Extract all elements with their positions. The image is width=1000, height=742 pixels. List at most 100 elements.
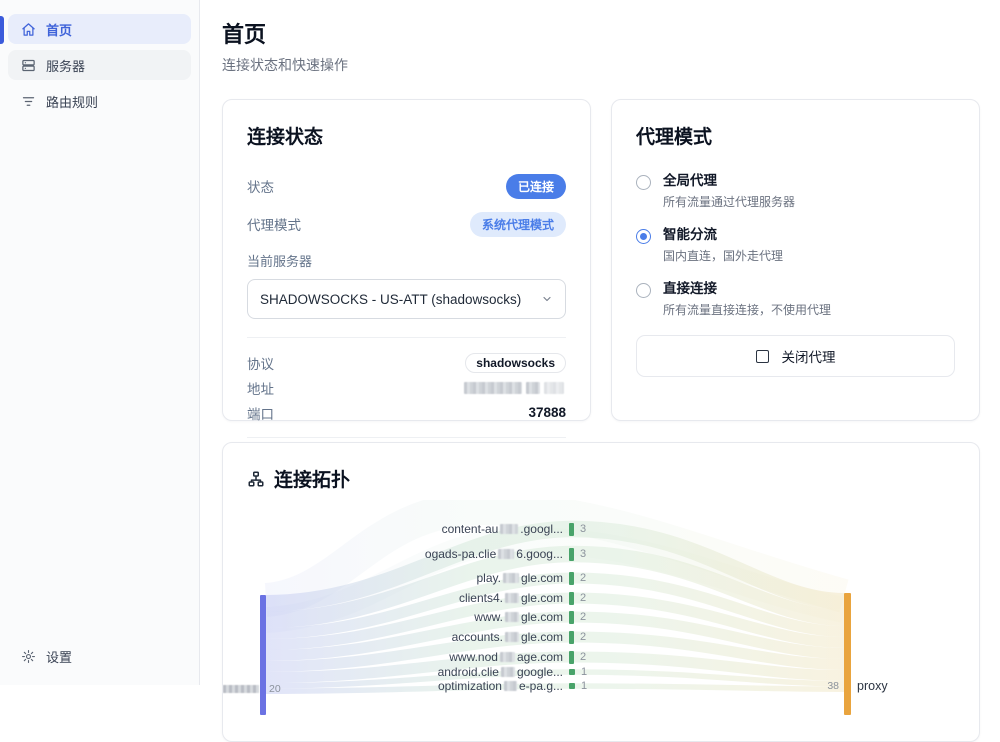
connection-topology-card: 连接拓扑 content-au.googl...3ogads-pa	[222, 442, 980, 742]
option-desc: 所有流量通过代理服务器	[663, 193, 795, 210]
count-bar	[569, 669, 575, 675]
status-row: 状态 已连接	[247, 173, 566, 199]
redacted-text	[464, 382, 522, 394]
sidebar-item-servers[interactable]: 服务器	[8, 50, 191, 80]
option-desc: 国内直连，国外走代理	[663, 247, 783, 264]
chevron-down-icon	[541, 293, 553, 305]
port-row: 端口 37888	[247, 400, 566, 425]
disable-proxy-button[interactable]: 关闭代理	[636, 335, 955, 377]
domain-label: android.cliegoogle...	[223, 665, 563, 679]
mode-option-direct[interactable]: 直接连接 所有流量直接连接，不使用代理	[636, 281, 955, 318]
redacted-text	[500, 524, 518, 534]
sitemap-icon	[247, 470, 265, 488]
redacted-source-label	[223, 685, 259, 693]
connection-count: 1	[581, 666, 587, 678]
topology-domain-row: clients4.gle.com 2	[223, 590, 586, 606]
connection-count: 2	[580, 651, 586, 663]
connection-count: 2	[580, 631, 586, 643]
radio-button[interactable]	[636, 229, 651, 244]
domain-label: play.gle.com	[223, 571, 563, 585]
protocol-value-badge: shadowsocks	[465, 353, 566, 373]
topology-domain-row: ogads-pa.clie6.goog... 3	[223, 546, 586, 562]
domain-label: www.gle.com	[223, 610, 563, 624]
connection-status-card: 连接状态 状态 已连接 代理模式 系统代理模式 当前服务器 SHADOWSOCK…	[222, 99, 591, 421]
status-label: 状态	[247, 176, 274, 196]
connection-count: 2	[580, 611, 586, 623]
redacted-text	[526, 382, 540, 394]
target-node-label: proxy	[857, 679, 888, 693]
redacted-text	[500, 652, 515, 662]
sidebar-item-label: 路由规则	[46, 92, 98, 111]
count-bar	[569, 683, 575, 689]
radio-button[interactable]	[636, 175, 651, 190]
option-label: 全局代理	[663, 173, 795, 190]
domain-label: accounts.gle.com	[223, 630, 563, 644]
redacted-text	[504, 681, 517, 691]
card-title: 连接状态	[247, 122, 566, 149]
main-content: 首页 连接状态和快速操作 连接状态 状态 已连接 代理模式 系统代理模式 当前服…	[200, 0, 1000, 685]
connection-count: 2	[580, 572, 586, 584]
sidebar-item-label: 设置	[46, 647, 72, 666]
domain-label: ogads-pa.clie6.goog...	[223, 547, 563, 561]
count-bar	[569, 631, 574, 644]
option-desc: 所有流量直接连接，不使用代理	[663, 301, 831, 318]
sankey-target-node	[844, 593, 851, 715]
connection-count: 1	[581, 680, 587, 692]
domain-label: clients4.gle.com	[223, 591, 563, 605]
count-bar	[569, 523, 574, 536]
radio-button[interactable]	[636, 283, 651, 298]
proxy-mode-label: 代理模式	[247, 214, 301, 234]
card-title: 代理模式	[636, 122, 955, 149]
topology-header: 连接拓扑	[223, 443, 979, 492]
count-bar	[569, 592, 574, 605]
proxy-mode-badge: 系统代理模式	[470, 212, 566, 237]
domain-label: www.nodage.com	[223, 650, 563, 664]
sidebar-item-routing-rules[interactable]: 路由规则	[8, 86, 191, 116]
topology-title: 连接拓扑	[274, 465, 350, 492]
server-select[interactable]: SHADOWSOCKS - US-ATT (shadowsocks)	[247, 279, 566, 319]
sidebar-item-settings[interactable]: 设置	[8, 641, 192, 671]
protocol-label: 协议	[247, 353, 274, 373]
active-item-indicator	[0, 16, 4, 44]
home-icon	[20, 21, 36, 37]
app-window: 首页 服务器 路由规则 设置 首页 连接状态和快速操作	[0, 0, 1000, 685]
domain-label: content-au.googl...	[223, 522, 563, 536]
cards-row: 连接状态 状态 已连接 代理模式 系统代理模式 当前服务器 SHADOWSOCK…	[222, 99, 980, 421]
page-subtitle: 连接状态和快速操作	[222, 55, 980, 75]
source-node-value: 20	[269, 683, 281, 695]
port-label: 端口	[247, 403, 274, 423]
proxy-mode-card: 代理模式 全局代理 所有流量通过代理服务器 智能分流 国内直连，国外走代理	[611, 99, 980, 421]
address-value-redacted	[462, 379, 566, 397]
sidebar: 首页 服务器 路由规则 设置	[0, 0, 200, 685]
redacted-text	[544, 382, 564, 394]
option-label: 直接连接	[663, 281, 831, 298]
sidebar-item-label: 服务器	[46, 56, 85, 75]
connection-count: 3	[580, 548, 586, 560]
topology-domain-row: www.gle.com 2	[223, 609, 586, 625]
server-icon	[20, 57, 36, 73]
port-value: 37888	[528, 405, 566, 420]
disable-proxy-button-label: 关闭代理	[782, 346, 836, 366]
redacted-text	[503, 573, 519, 583]
filter-icon	[20, 93, 36, 109]
page-title: 首页	[222, 22, 980, 48]
redacted-text	[505, 612, 519, 622]
option-label: 智能分流	[663, 227, 783, 244]
connection-count: 2	[580, 592, 586, 604]
sidebar-item-home[interactable]: 首页	[8, 14, 191, 44]
server-select-value: SHADOWSOCKS - US-ATT (shadowsocks)	[260, 292, 521, 307]
redacted-text	[505, 593, 519, 603]
connection-count: 3	[580, 523, 586, 535]
server-details: 协议 shadowsocks 地址 端口 37888	[247, 337, 566, 425]
protocol-row: 协议 shadowsocks	[247, 350, 566, 375]
redacted-text	[501, 667, 515, 677]
gear-icon	[20, 648, 36, 664]
address-row: 地址	[247, 375, 566, 400]
mode-option-smart[interactable]: 智能分流 国内直连，国外走代理	[636, 227, 955, 264]
topology-domain-row: www.nodage.com 2	[223, 649, 586, 665]
topology-domain-row: accounts.gle.com 2	[223, 629, 586, 645]
mode-option-global[interactable]: 全局代理 所有流量通过代理服务器	[636, 173, 955, 210]
connected-badge: 已连接	[506, 174, 566, 199]
count-bar	[569, 611, 574, 624]
sankey-diagram: content-au.googl...3ogads-pa.clie6.goog.…	[223, 500, 979, 742]
